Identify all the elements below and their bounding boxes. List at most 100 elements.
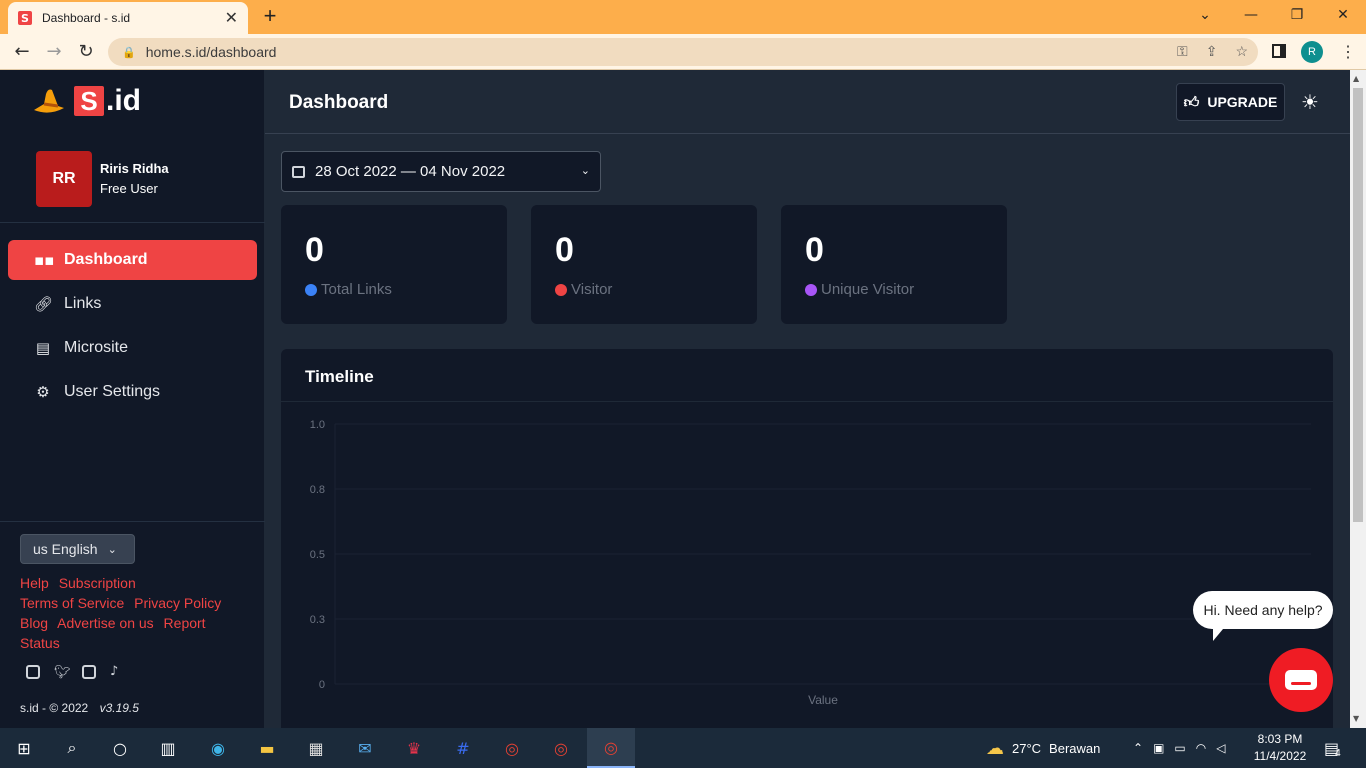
user-plan: Free User [100,181,158,196]
instagram-icon[interactable] [26,665,40,679]
y-tick-label: 0.3 [310,614,325,626]
chat-icon [1285,670,1317,690]
restore-button[interactable]: ❐ [1274,0,1320,30]
timeline-card: Timeline 1.0 0.8 0.5 0.3 0 Value [281,349,1333,728]
system-tray: ⌃ ▣ ▭ ◠ ◁ [1133,728,1225,768]
sidebar-item-label: User Settings [64,383,161,400]
date-range-picker[interactable]: 28 Oct 2022 — 04 Nov 2022 ⌄ [281,151,601,192]
chrome-icon[interactable]: ◎ [547,734,575,762]
legend-dot-blue [305,283,317,296]
upgrade-label: UPGRADE [1207,94,1278,110]
report-link[interactable]: Report [164,615,206,631]
edge-icon[interactable]: ◉ [204,734,232,762]
blog-link[interactable]: Blog [20,615,48,631]
wifi-icon[interactable]: ◠ [1196,741,1206,755]
tiktok-icon[interactable]: ♪ [110,665,124,679]
sidebar-nav: ▪▪ Dashboard 🔗︎ Links ▤ Microsite ⚙ User… [8,240,257,416]
weather-text: Berawan [1049,740,1101,756]
grid-icon: ▪▪ [34,251,55,269]
copyright-text: s.id - © 2022 [20,701,89,715]
theme-toggle-sun-icon[interactable]: ☀ [1301,90,1319,114]
side-panel-icon[interactable] [1272,44,1286,58]
header: Dashboard 👍︎ UPGRADE ☀ [265,70,1350,134]
profile-avatar[interactable]: R [1301,41,1323,63]
chevron-down-icon: ⌄ [107,542,117,556]
help-link[interactable]: Help [20,575,49,591]
language-select[interactable]: us English ⌄ [20,534,135,564]
sidebar-item-user-settings[interactable]: ⚙ User Settings [8,372,257,412]
user-profile[interactable]: RR Riris Ridha Free User [36,151,169,207]
twitter-icon[interactable]: 🐦︎ [54,665,71,679]
battery-icon[interactable]: ▭ [1174,741,1185,755]
weather-widget[interactable]: ☁ 27°C Berawan [986,728,1100,768]
timeline-title: Timeline [281,349,1333,402]
app-hash-icon[interactable]: # [449,734,477,762]
page-scrollbar[interactable]: ▲ ▼ [1350,70,1366,728]
browser-tab[interactable]: S Dashboard - s.id ✕ [8,2,248,34]
user-name: Riris Ridha [100,161,169,176]
y-tick-label: 0 [319,679,325,691]
tab-title: Dashboard - s.id [42,11,131,25]
chrome-icon[interactable]: ◎ [498,734,526,762]
status-link[interactable]: Status [20,635,60,651]
subscription-link[interactable]: Subscription [59,575,136,591]
logo[interactable]: S .id [32,86,141,116]
sidebar-item-label: Links [64,295,102,312]
forward-icon[interactable]: → [42,40,66,64]
stat-card-visitor: 0 Visitor [531,205,757,324]
mendeley-icon[interactable]: ♛ [400,734,428,762]
browser-toolbar: ← → ↻ 🔒 home.s.id/dashboard ⚿ ⇪ ☆ R ⋮ [0,34,1366,70]
legend-dot-purple [805,283,817,296]
share-icon[interactable]: ⇪ [1206,43,1218,60]
avatar: RR [36,151,92,207]
sidebar-item-links[interactable]: 🔗︎ Links [8,284,257,324]
task-view-icon[interactable]: ▥ [154,734,182,762]
stat-label: Visitor [571,281,613,298]
stat-value: 0 [305,231,324,269]
cortana-icon[interactable]: ○ [106,734,134,762]
advertise-link[interactable]: Advertise on us [57,615,154,631]
tab-search-icon[interactable]: ⌄ [1182,0,1228,30]
help-bubble[interactable]: Hi. Need any help? [1193,591,1333,641]
sidebar-item-dashboard[interactable]: ▪▪ Dashboard [8,240,257,280]
scrollbar-thumb[interactable] [1353,88,1363,522]
volume-icon[interactable]: ◁ [1216,741,1225,755]
search-icon[interactable]: ⌕ [58,734,86,762]
window-close-button[interactable]: ✕ [1320,0,1366,30]
clock[interactable]: 8:03 PM 11/4/2022 [1250,731,1310,765]
back-icon[interactable]: ← [10,40,34,64]
chrome-active-icon[interactable]: ◎ [587,728,635,768]
clock-time: 8:03 PM [1257,732,1303,746]
file-explorer-icon[interactable]: ▬ [253,734,281,762]
clock-date: 11/4/2022 [1253,749,1307,763]
microsite-icon: ▤ [35,339,51,357]
scroll-up-icon[interactable]: ▲ [1353,74,1359,83]
store-icon[interactable]: ▦ [302,734,330,762]
bookmark-star-icon[interactable]: ☆ [1235,43,1248,60]
mail-icon[interactable]: ✉ [351,734,379,762]
meet-icon[interactable]: ▣ [1153,741,1164,755]
privacy-link[interactable]: Privacy Policy [134,595,221,611]
new-tab-button[interactable]: + [258,4,282,28]
chat-button[interactable] [1269,648,1333,712]
notification-center[interactable]: ▤ 4 [1324,728,1341,768]
stat-label: Unique Visitor [821,281,915,298]
tab-close-icon[interactable]: ✕ [225,8,238,28]
scroll-down-icon[interactable]: ▼ [1353,714,1359,723]
lock-icon[interactable]: 🔒 [122,46,136,59]
address-bar[interactable]: 🔒 home.s.id/dashboard ⚿ ⇪ ☆ [108,38,1258,66]
footer-links: Help Subscription Terms of Service Priva… [20,573,255,653]
windows-start-icon[interactable]: ⊞ [10,734,38,762]
terms-link[interactable]: Terms of Service [20,595,124,611]
menu-kebab-icon[interactable]: ⋮ [1340,42,1356,62]
x-axis-label: Value [808,693,838,707]
upgrade-button[interactable]: 👍︎ UPGRADE [1176,83,1285,121]
timeline-chart: 1.0 0.8 0.5 0.3 0 Value [310,419,1311,707]
sidebar-item-microsite[interactable]: ▤ Microsite [8,328,257,368]
facebook-icon[interactable] [82,665,96,679]
chevron-up-icon[interactable]: ⌃ [1133,741,1143,755]
reload-icon[interactable]: ↻ [74,40,98,64]
legend-dot-red [555,283,567,296]
minimize-button[interactable]: — [1228,0,1274,30]
key-icon[interactable]: ⚿ [1177,43,1188,60]
